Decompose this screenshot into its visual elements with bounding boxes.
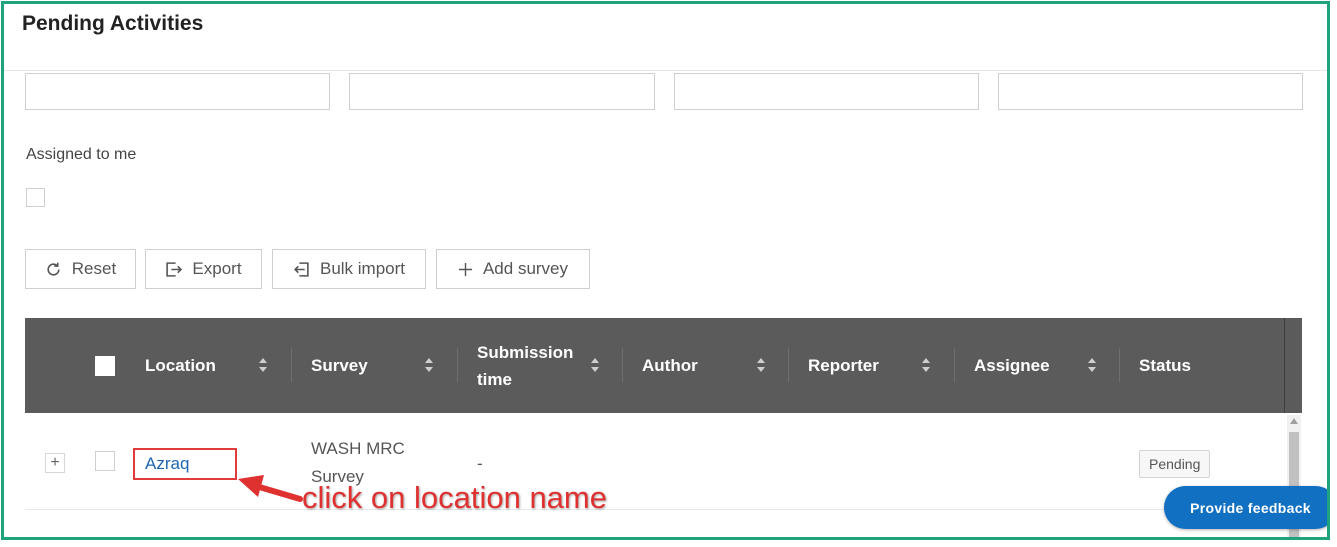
column-divider	[622, 348, 623, 382]
refresh-icon	[45, 261, 62, 278]
assigned-to-me-checkbox[interactable]	[26, 188, 45, 207]
reset-button-label: Reset	[71, 259, 117, 278]
reset-button[interactable]: Reset	[25, 249, 136, 289]
header-divider	[4, 70, 1327, 71]
export-button[interactable]: Export	[145, 249, 262, 289]
assigned-to-me-label: Assigned to me	[26, 146, 137, 163]
column-header-reporter[interactable]: Reporter	[808, 318, 879, 413]
expand-row-button[interactable]: +	[45, 453, 65, 473]
column-divider	[954, 348, 955, 382]
add-survey-button-label: Add survey	[482, 259, 569, 278]
bulk-import-button[interactable]: Bulk import	[272, 249, 426, 289]
filter-input-1[interactable]	[25, 73, 330, 110]
sort-icon[interactable]	[590, 357, 600, 373]
bulk-import-button-label: Bulk import	[319, 259, 406, 278]
export-button-label: Export	[192, 259, 242, 278]
sort-icon[interactable]	[424, 357, 434, 373]
export-icon	[165, 261, 183, 278]
header-edge	[1284, 318, 1285, 413]
provide-feedback-button[interactable]: Provide feedback	[1164, 486, 1327, 529]
table-row: + Azraq WASH MRC Survey - Pending	[25, 413, 1287, 510]
select-all-checkbox[interactable]	[95, 356, 115, 376]
column-header-location[interactable]: Location	[145, 318, 216, 413]
sort-icon[interactable]	[756, 357, 766, 373]
annotation-text: click on location name	[302, 480, 607, 515]
column-divider	[788, 348, 789, 382]
plus-icon	[458, 262, 473, 277]
column-header-submission-time[interactable]: Submission time	[477, 318, 577, 413]
submission-time-cell: -	[477, 454, 483, 473]
page-title: Pending Activities	[22, 12, 204, 35]
column-divider	[457, 348, 458, 382]
column-header-status[interactable]: Status	[1139, 318, 1191, 413]
import-icon	[293, 261, 310, 278]
filter-input-2[interactable]	[349, 73, 655, 110]
column-header-author[interactable]: Author	[642, 318, 698, 413]
sort-icon[interactable]	[1087, 357, 1097, 373]
filter-input-3[interactable]	[674, 73, 979, 110]
annotation-highlight-box	[133, 448, 237, 480]
annotation-arrow-icon	[238, 475, 303, 502]
sort-icon[interactable]	[258, 357, 268, 373]
column-divider	[291, 348, 292, 382]
page-frame: Pending Activities Assigned to me Reset …	[1, 1, 1330, 540]
column-header-assignee[interactable]: Assignee	[974, 318, 1050, 413]
column-divider	[1119, 348, 1120, 382]
filter-input-4[interactable]	[998, 73, 1303, 110]
status-badge: Pending	[1139, 450, 1211, 478]
row-checkbox[interactable]	[95, 451, 115, 471]
table-header: Location Survey Submission time Author R…	[25, 318, 1302, 413]
sort-icon[interactable]	[921, 357, 931, 373]
column-header-survey[interactable]: Survey	[311, 318, 368, 413]
scroll-up-arrow-icon[interactable]	[1290, 418, 1298, 424]
add-survey-button[interactable]: Add survey	[436, 249, 590, 289]
